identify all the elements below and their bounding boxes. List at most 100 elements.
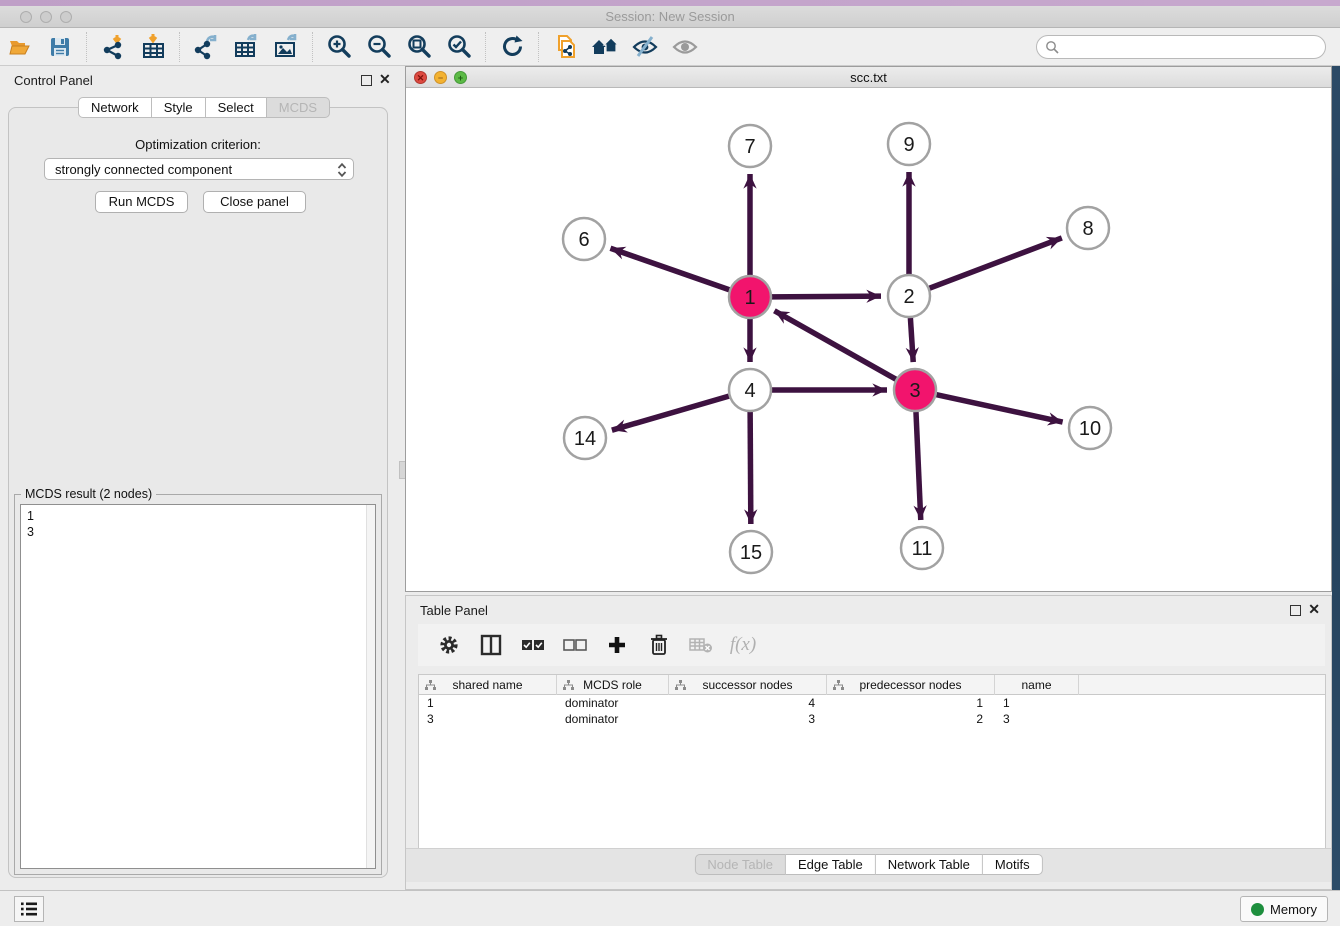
tab-network-table[interactable]: Network Table bbox=[876, 854, 983, 875]
table-cell[interactable]: 1 bbox=[827, 695, 995, 711]
tab-node-table[interactable]: Node Table bbox=[694, 854, 786, 875]
close-panel-icon[interactable]: ✕ bbox=[1308, 602, 1320, 616]
open-session-icon[interactable] bbox=[3, 32, 37, 62]
graph-node-label: 6 bbox=[578, 229, 589, 251]
add-column-icon[interactable] bbox=[604, 632, 630, 658]
tab-network[interactable]: Network bbox=[78, 97, 152, 118]
graph-node-label: 10 bbox=[1079, 418, 1101, 440]
toolbar-separator bbox=[485, 32, 486, 62]
graph-edge-2-3[interactable] bbox=[910, 318, 913, 362]
result-scrollbar[interactable] bbox=[366, 505, 375, 868]
column-type-icon bbox=[425, 680, 436, 691]
graph-node-label: 4 bbox=[744, 380, 755, 402]
table-cell[interactable]: 1 bbox=[995, 695, 1079, 711]
close-panel-button[interactable]: Close panel bbox=[203, 191, 306, 213]
table-cell[interactable]: 4 bbox=[669, 695, 827, 711]
graph-node-label: 14 bbox=[574, 428, 596, 450]
network-window-titlebar[interactable]: ✕ − + scc.txt bbox=[406, 67, 1331, 88]
graph-edge-3-1[interactable] bbox=[774, 311, 895, 379]
table-row[interactable]: 3dominator323 bbox=[419, 711, 1325, 727]
memory-button[interactable]: Memory bbox=[1240, 896, 1328, 922]
float-panel-icon[interactable] bbox=[361, 75, 372, 86]
graph-node-label: 1 bbox=[744, 287, 755, 309]
graph-edge-2-8[interactable] bbox=[930, 238, 1062, 288]
mcds-result-title: MCDS result (2 nodes) bbox=[21, 487, 156, 501]
search-input[interactable] bbox=[1036, 35, 1326, 59]
zoom-fit-icon[interactable] bbox=[402, 32, 436, 62]
table-header-row: shared nameMCDS rolesuccessor nodesprede… bbox=[419, 675, 1325, 695]
table-panel: Table Panel ✕ bbox=[405, 595, 1332, 890]
main-toolbar bbox=[0, 28, 1340, 66]
table-cell[interactable]: 3 bbox=[669, 711, 827, 727]
table-panel-title: Table Panel bbox=[420, 603, 488, 618]
tab-mcds[interactable]: MCDS bbox=[267, 97, 330, 118]
table-tabs: Node TableEdge TableNetwork TableMotifs bbox=[694, 854, 1042, 875]
criterion-dropdown[interactable]: strongly connected component bbox=[44, 158, 354, 180]
control-panel-tabs: NetworkStyleSelectMCDS bbox=[78, 97, 330, 118]
function-builder-icon[interactable]: f(x) bbox=[730, 632, 756, 658]
column-header-predecessor-nodes[interactable]: predecessor nodes bbox=[827, 675, 995, 695]
column-type-icon bbox=[563, 680, 574, 691]
network-view-window: ✕ − + scc.txt 7968124314101511 bbox=[405, 66, 1332, 592]
show-graphics-icon[interactable] bbox=[668, 32, 702, 62]
tab-motifs[interactable]: Motifs bbox=[983, 854, 1043, 875]
graph-edge-4-15[interactable] bbox=[750, 412, 751, 524]
graph-node-label: 9 bbox=[903, 134, 914, 156]
control-panel-header: Control Panel ✕ bbox=[0, 66, 396, 96]
column-type-icon bbox=[833, 680, 844, 691]
tab-edge-table[interactable]: Edge Table bbox=[786, 854, 876, 875]
tab-select[interactable]: Select bbox=[206, 97, 267, 118]
table-cell[interactable]: 3 bbox=[995, 711, 1079, 727]
graph-node-label: 3 bbox=[909, 380, 920, 402]
graph-edge-3-10[interactable] bbox=[936, 395, 1062, 422]
zoom-selected-icon[interactable] bbox=[442, 32, 476, 62]
refresh-icon[interactable] bbox=[495, 32, 529, 62]
float-panel-icon[interactable] bbox=[1290, 605, 1301, 616]
network-canvas[interactable]: 7968124314101511 bbox=[406, 88, 1331, 591]
export-image-icon[interactable] bbox=[269, 32, 303, 62]
graph-edge-1-2[interactable] bbox=[772, 296, 881, 297]
run-mcds-button[interactable]: Run MCDS bbox=[95, 191, 188, 213]
column-header-successor-nodes[interactable]: successor nodes bbox=[669, 675, 827, 695]
graph-edge-4-14[interactable] bbox=[612, 396, 729, 430]
clone-network-icon[interactable] bbox=[548, 32, 582, 62]
delete-table-icon[interactable] bbox=[688, 632, 714, 658]
graph-edge-3-11[interactable] bbox=[916, 412, 921, 520]
export-network-icon[interactable] bbox=[189, 32, 223, 62]
node-table: shared nameMCDS rolesuccessor nodesprede… bbox=[418, 674, 1326, 850]
graph-node-label: 11 bbox=[912, 538, 933, 560]
select-all-icon[interactable] bbox=[520, 632, 546, 658]
column-header-MCDS-role[interactable]: MCDS role bbox=[557, 675, 669, 695]
gear-icon[interactable] bbox=[436, 632, 462, 658]
toolbar-separator bbox=[179, 32, 180, 62]
graph-edge-1-6[interactable] bbox=[610, 248, 729, 290]
graph-node-label: 8 bbox=[1082, 218, 1093, 240]
table-row[interactable]: 1dominator411 bbox=[419, 695, 1325, 711]
control-panel-title: Control Panel bbox=[14, 73, 93, 88]
table-cell[interactable]: 2 bbox=[827, 711, 995, 727]
home-icon[interactable] bbox=[588, 32, 622, 62]
import-network-icon[interactable] bbox=[96, 32, 130, 62]
mcds-result-text[interactable]: 1 3 bbox=[20, 504, 376, 869]
table-cell[interactable]: dominator bbox=[557, 711, 669, 727]
search-icon bbox=[1045, 40, 1060, 55]
tab-style[interactable]: Style bbox=[152, 97, 206, 118]
deselect-all-icon[interactable] bbox=[562, 632, 588, 658]
zoom-in-icon[interactable] bbox=[322, 32, 356, 62]
close-panel-icon[interactable]: ✕ bbox=[379, 72, 391, 86]
import-table-icon[interactable] bbox=[136, 32, 170, 62]
table-cell[interactable]: dominator bbox=[557, 695, 669, 711]
control-panel: Control Panel ✕ NetworkStyleSelectMCDS O… bbox=[0, 66, 396, 890]
table-cell[interactable]: 3 bbox=[419, 711, 557, 727]
column-header-name[interactable]: name bbox=[995, 675, 1079, 695]
table-cell[interactable]: 1 bbox=[419, 695, 557, 711]
delete-column-icon[interactable] bbox=[646, 632, 672, 658]
task-history-button[interactable] bbox=[14, 896, 44, 922]
hide-graphics-icon[interactable] bbox=[628, 32, 662, 62]
save-session-icon[interactable] bbox=[43, 32, 77, 62]
column-header-shared-name[interactable]: shared name bbox=[419, 675, 557, 695]
export-table-icon[interactable] bbox=[229, 32, 263, 62]
columns-icon[interactable] bbox=[478, 632, 504, 658]
zoom-out-icon[interactable] bbox=[362, 32, 396, 62]
window-title: Session: New Session bbox=[0, 9, 1340, 24]
